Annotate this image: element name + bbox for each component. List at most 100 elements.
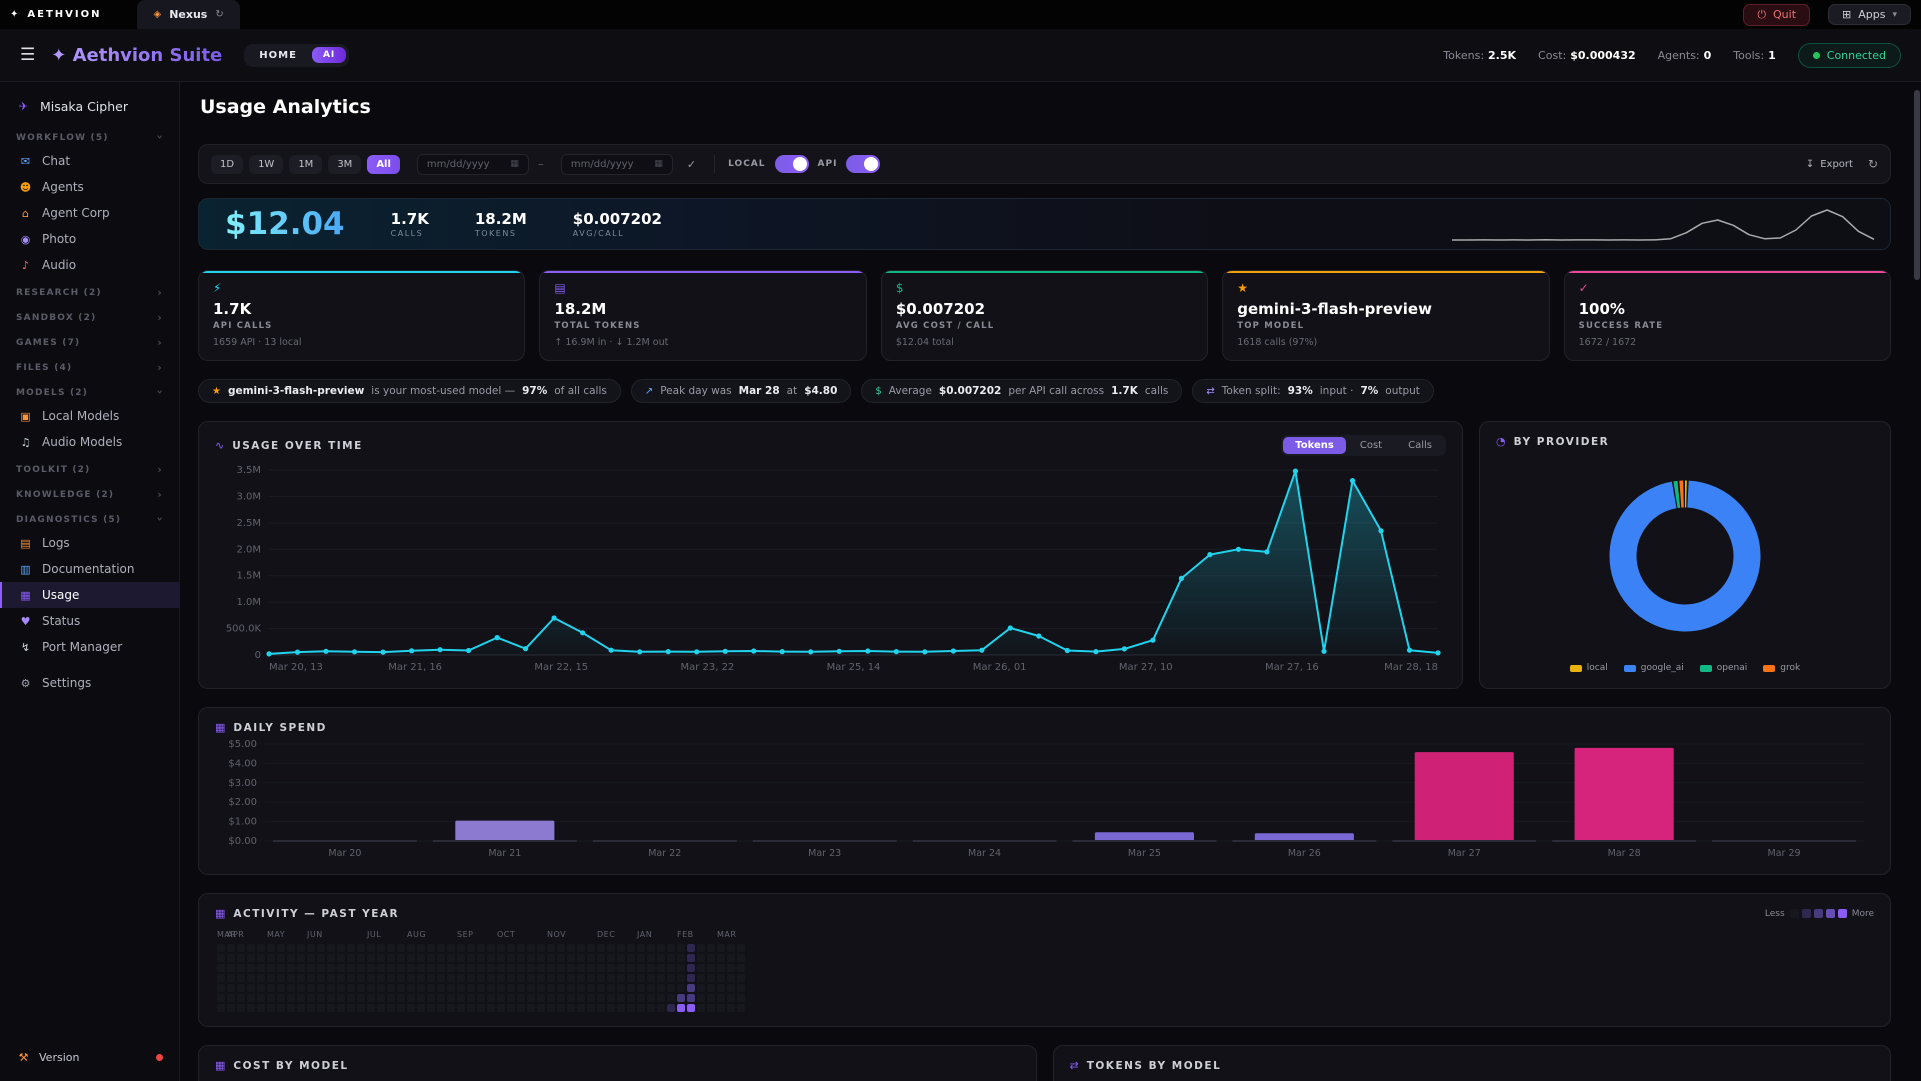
scrollbar-thumb[interactable] — [1914, 90, 1920, 280]
apply-dates-button[interactable]: ✓ — [682, 158, 701, 171]
panel-title: DAILY SPEND — [233, 722, 327, 734]
sidebar-section-sandbox-2[interactable]: SANDBOX (2)› — [0, 303, 179, 328]
legend-label: grok — [1780, 663, 1800, 673]
insight-pill[interactable]: ↗Peak day was Mar 28 at $4.80 — [631, 379, 852, 403]
heatmap-cell — [597, 974, 605, 982]
provider-donut-svg — [1597, 468, 1773, 644]
sidebar-item-label: Agents — [42, 180, 84, 194]
date-to-input[interactable]: mm/dd/yyyy ▦ — [561, 154, 673, 175]
insight-pill[interactable]: ★gemini-3-flash-preview is your most-use… — [198, 379, 621, 403]
heatmap-cell — [407, 1004, 415, 1012]
sidebar-item-settings[interactable]: ⚙Settings — [0, 670, 179, 696]
user-plane-icon: ✈ — [16, 100, 31, 113]
heatmap-cell — [447, 994, 455, 1002]
heatmap-cell — [737, 984, 745, 992]
sidebar-item-documentation[interactable]: ▥Documentation — [0, 556, 179, 582]
heatmap-cell — [527, 984, 535, 992]
heatmap-cell — [477, 994, 485, 1002]
chevron-down-icon: ▾ — [1892, 10, 1897, 20]
mode-tokens-button[interactable]: Tokens — [1283, 437, 1346, 454]
range-button-1d[interactable]: 1D — [211, 155, 243, 174]
chat-icon: ✉ — [18, 155, 33, 168]
sidebar-item-usage[interactable]: ▦Usage — [0, 582, 179, 608]
usage-over-time-panel: ∿ USAGE OVER TIME Tokens Cost Calls 0500… — [198, 421, 1463, 689]
section-label: FILES (4) — [16, 363, 72, 373]
sidebar-section-models-2[interactable]: MODELS (2)› — [0, 378, 179, 403]
date-from-input[interactable]: mm/dd/yyyy ▦ — [417, 154, 529, 175]
sidebar-item-audio[interactable]: ♪Audio — [0, 252, 179, 278]
sidebar-section-knowledge-2[interactable]: KNOWLEDGE (2)› — [0, 480, 179, 505]
heatmap-cell — [667, 1004, 675, 1012]
sidebar-section-research-2[interactable]: RESEARCH (2)› — [0, 278, 179, 303]
sidebar-item-agents[interactable]: ☻Agents — [0, 174, 179, 200]
sidebar-section-files-4[interactable]: FILES (4)› — [0, 353, 179, 378]
local-toggle[interactable] — [775, 155, 809, 173]
range-button-1m[interactable]: 1M — [289, 155, 322, 174]
heatmap-cell — [267, 944, 275, 952]
heatmap-cell — [537, 964, 545, 972]
sidebar-section-games-7[interactable]: GAMES (7)› — [0, 328, 179, 353]
range-button-3m[interactable]: 3M — [328, 155, 361, 174]
sidebar-item-local-models[interactable]: ▣Local Models — [0, 403, 179, 429]
heatmap-cell — [577, 954, 585, 962]
heatmap-cell — [387, 954, 395, 962]
heatmap-cell — [257, 984, 265, 992]
sidebar-item-label: Audio — [42, 258, 76, 272]
refresh-button[interactable]: ↻ — [1868, 157, 1878, 171]
heatmap-cell — [557, 984, 565, 992]
version-row[interactable]: ⚒ Version — [0, 1040, 179, 1075]
sidebar-item-agent-corp[interactable]: ⌂Agent Corp — [0, 200, 179, 226]
api-toggle[interactable] — [846, 155, 880, 173]
sidebar-user[interactable]: ✈ Misaka Cipher — [0, 90, 179, 123]
sidebar-section-workflow-5[interactable]: WORKFLOW (5)› — [0, 123, 179, 148]
heatmap-cell — [537, 974, 545, 982]
heatmap-cell — [597, 954, 605, 962]
insight-pill[interactable]: $Average $0.007202 per API call across 1… — [861, 379, 1182, 403]
connection-status-badge: Connected — [1798, 43, 1901, 68]
heatmap-cell — [667, 954, 675, 962]
sidebar-section-toolkit-2[interactable]: TOOLKIT (2)› — [0, 455, 179, 480]
sidebar-item-logs[interactable]: ▤Logs — [0, 530, 179, 556]
heatmap-cell — [527, 944, 535, 952]
card-accent-bar — [1565, 271, 1890, 273]
sidebar-item-port-manager[interactable]: ↯Port Manager — [0, 634, 179, 660]
range-button-1w[interactable]: 1W — [249, 155, 283, 174]
heatmap-cell — [367, 944, 375, 952]
insight-pill[interactable]: ⇄Token split: 93% input · 7% output — [1192, 379, 1434, 403]
stat-card-label: TOTAL TOKENS — [554, 321, 851, 331]
update-indicator-dot — [156, 1054, 163, 1061]
heatmap-cell — [557, 944, 565, 952]
heatmap-cell — [267, 984, 275, 992]
sidebar-item-photo[interactable]: ◉Photo — [0, 226, 179, 252]
export-button[interactable]: ↧ Export — [1806, 159, 1853, 170]
tab-nexus[interactable]: ◈ Nexus ↻ — [137, 0, 239, 29]
tab-refresh-icon[interactable]: ↻ — [215, 9, 223, 20]
sidebar-item-chat[interactable]: ✉Chat — [0, 148, 179, 174]
quit-button[interactable]: ⏻ Quit — [1743, 4, 1810, 26]
heatmap-cell — [577, 964, 585, 972]
main-content: Usage Analytics 1D1W1M3MAll mm/dd/yyyy ▦… — [180, 82, 1921, 1081]
apps-button[interactable]: ⊞ Apps ▾ — [1828, 4, 1911, 25]
sidebar-section-diagnostics-5[interactable]: DIAGNOSTICS (5)› — [0, 505, 179, 530]
mode-calls-button[interactable]: Calls — [1396, 437, 1444, 454]
hamburger-menu-icon[interactable]: ☰ — [20, 45, 35, 65]
heatmap-cell — [597, 964, 605, 972]
heatmap-cell — [637, 944, 645, 952]
home-button[interactable]: HOME — [247, 47, 309, 64]
sidebar-item-audio-models[interactable]: ♫Audio Models — [0, 429, 179, 455]
heatmap-cell — [707, 994, 715, 1002]
status-icon: ♥ — [18, 615, 33, 628]
heatmap-cell — [587, 954, 595, 962]
heatmap-cell — [247, 1004, 255, 1012]
svg-text:Mar 24: Mar 24 — [968, 848, 1001, 859]
sidebar-item-status[interactable]: ♥Status — [0, 608, 179, 634]
heatmap-cell — [687, 994, 695, 1002]
legend-level-cell — [1790, 909, 1799, 918]
heatmap-cell — [617, 944, 625, 952]
mode-cost-button[interactable]: Cost — [1348, 437, 1394, 454]
heatmap-cell — [537, 944, 545, 952]
range-button-all[interactable]: All — [367, 155, 400, 174]
ai-badge[interactable]: AI — [312, 47, 346, 63]
documentation-icon: ▥ — [18, 563, 33, 576]
heatmap-cell — [437, 1004, 445, 1012]
